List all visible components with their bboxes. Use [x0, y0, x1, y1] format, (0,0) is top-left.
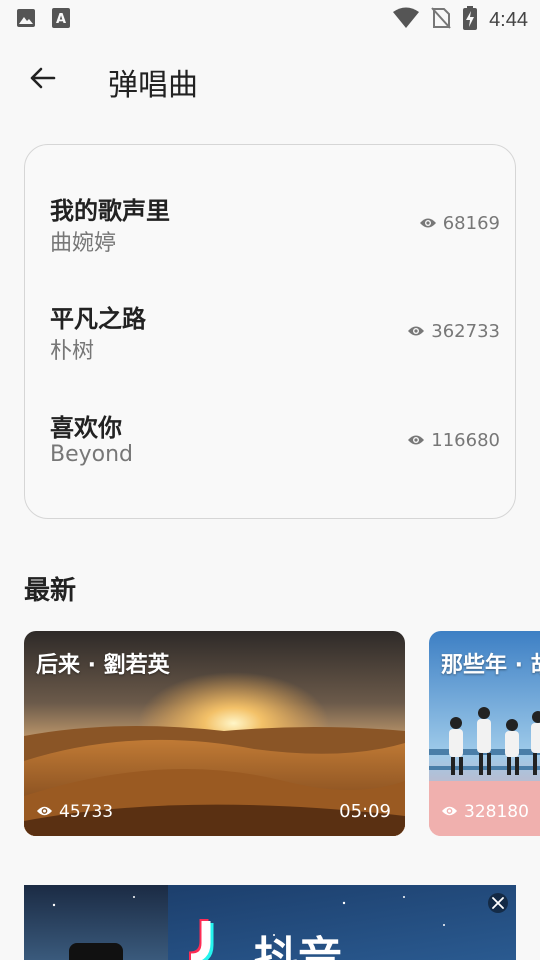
ad-close-button[interactable] — [488, 893, 508, 913]
eye-icon — [407, 430, 425, 451]
eye-icon — [419, 213, 437, 234]
ad-text: 抖音 — [254, 933, 342, 960]
eye-icon — [407, 321, 425, 342]
song-views-count: 116680 — [431, 430, 500, 451]
arrow-left-icon — [28, 64, 56, 96]
page-title: 弹唱曲 — [108, 68, 198, 103]
song-item[interactable]: 平凡之路 朴树 362733 — [50, 299, 500, 379]
section-title-latest: 最新 — [24, 576, 77, 606]
song-views-count: 362733 — [431, 321, 500, 342]
song-title: 平凡之路 — [50, 305, 146, 333]
status-bar: A 4:44 — [0, 0, 540, 36]
video-views: 45733 — [36, 802, 113, 822]
app-bar: 弹唱曲 — [0, 44, 540, 116]
battery-charging-icon — [463, 6, 478, 34]
song-views: 68169 — [419, 213, 500, 234]
back-button[interactable] — [18, 60, 66, 100]
wifi-icon — [393, 7, 420, 33]
video-title: 那些年 · 胡 — [441, 653, 540, 678]
song-item[interactable]: 喜欢你 Beyond 116680 — [50, 408, 500, 488]
image-icon — [16, 8, 36, 32]
song-artist: 曲婉婷 — [50, 231, 117, 256]
no-sim-icon — [431, 7, 451, 33]
song-list-card: 我的歌声里 曲婉婷 68169 平凡之路 朴树 362733 喜欢你 Beyon… — [24, 144, 516, 519]
video-card[interactable]: 那些年 · 胡 328180 — [429, 631, 540, 836]
song-views-count: 68169 — [442, 213, 500, 234]
video-views: 328180 — [441, 802, 529, 822]
eye-icon — [36, 802, 53, 822]
song-title: 喜欢你 — [50, 414, 122, 442]
close-icon — [492, 894, 504, 913]
video-views-count: 45733 — [59, 802, 114, 822]
svg-text:A: A — [56, 12, 66, 27]
eye-icon — [441, 802, 458, 822]
video-duration: 05:09 — [339, 801, 391, 822]
song-views: 362733 — [407, 321, 500, 342]
song-item[interactable]: 我的歌声里 曲婉婷 68169 — [50, 191, 500, 271]
song-artist: 朴树 — [50, 339, 95, 364]
video-card[interactable]: 后来 · 劉若英 45733 05:09 — [24, 631, 405, 836]
video-views-count: 328180 — [464, 802, 529, 822]
screen: A 4:44 弹唱曲 我的歌声里 曲婉婷 68169 平凡之路 朴树 36273… — [0, 0, 540, 960]
ad-banner[interactable]: 抖音 — [24, 885, 516, 960]
font-icon: A — [52, 8, 70, 32]
song-artist: Beyond — [50, 442, 134, 467]
song-title: 我的歌声里 — [50, 197, 170, 225]
video-title: 后来 · 劉若英 — [36, 653, 170, 678]
song-views: 116680 — [407, 430, 500, 451]
status-time: 4:44 — [489, 8, 528, 31]
